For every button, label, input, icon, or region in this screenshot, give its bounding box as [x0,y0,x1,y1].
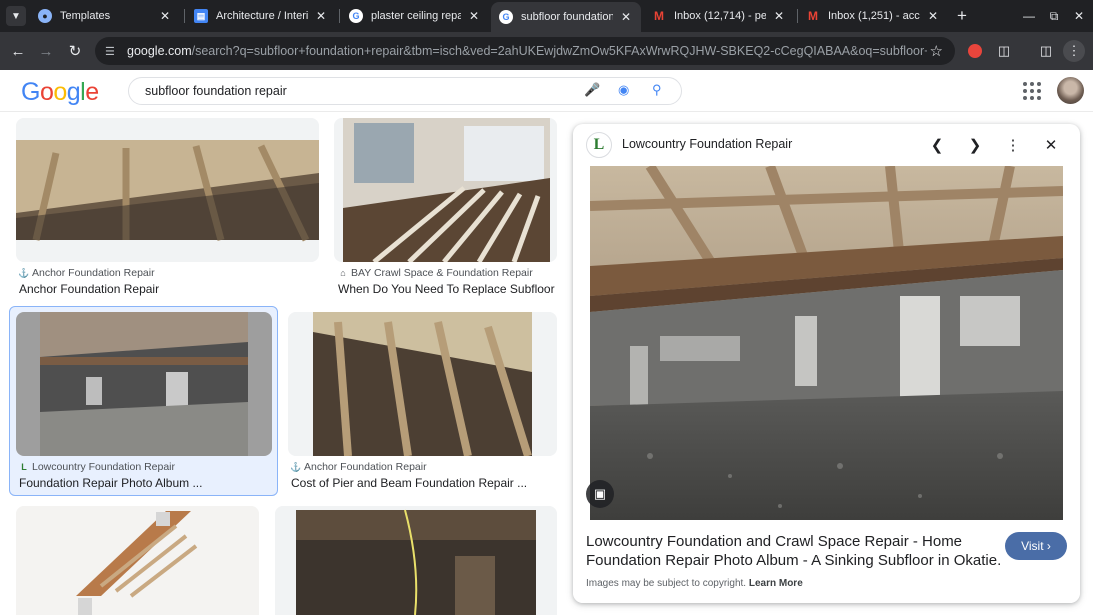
google-icon: G [349,9,363,23]
google-header: Google subfloor foundation repair 🎤 ◉ ⚲ [0,70,1093,112]
chrome-icon: ● [38,9,52,23]
result-image-3-picture [16,312,272,456]
google-logo[interactable]: Google [21,78,99,107]
site-logo-icon: L [586,132,612,158]
tab-title: Inbox (1,251) - accanc [828,10,920,22]
house-icon: ⌂ [340,268,346,278]
result-title-3[interactable]: Foundation Repair Photo Album ... [19,476,274,490]
preview-crawlspace-picture [590,166,1063,520]
tab-title: Architecture / Interior D [216,10,308,22]
close-icon[interactable]: ✕ [1039,133,1063,157]
url-text[interactable]: google.com/search?q=subfloor+foundation+… [127,44,927,58]
tab-inbox-peere[interactable]: M Inbox (12,714) - peere ✕ [644,4,794,28]
tab-title: Templates [60,10,111,22]
puzzle-extensions-icon[interactable]: ◫ [993,40,1015,62]
browser-toolbar: ← → ↻ ☰ google.com/search?q=subfloor+fou… [0,32,1093,70]
avatar[interactable] [1057,77,1084,104]
lens-search-icon[interactable]: ▣ [586,480,614,508]
search-icon[interactable]: ⚲ [652,82,662,98]
reload-icon[interactable]: ↻ [64,40,86,62]
result-image-4[interactable] [288,312,557,456]
tab-architecture[interactable]: ▤ Architecture / Interior D ✕ [186,4,336,28]
extension-icon[interactable] [964,40,986,62]
close-icon[interactable]: ✕ [926,9,940,23]
panel-site-name[interactable]: Lowcountry Foundation Repair [622,137,792,151]
close-icon[interactable]: ✕ [158,9,172,23]
preview-image[interactable] [590,166,1063,520]
search-input[interactable]: subfloor foundation repair 🎤 ◉ ⚲ [128,77,682,105]
result-image-1[interactable] [16,118,319,262]
result-source-1[interactable]: ⚓ Anchor Foundation Repair [18,267,154,279]
result-image-6[interactable] [275,506,557,615]
google-lens-icon[interactable]: ◉ [618,82,629,98]
site-info-icon[interactable]: ☰ [105,45,119,58]
tab-title: plaster ceiling repair w [371,10,461,22]
tab-title: subfloor foundation re [521,11,613,23]
gmail-icon: M [654,9,664,23]
learn-more-link[interactable]: Learn More [749,578,803,589]
chevron-right-icon[interactable]: ❯ [963,133,987,157]
tab-search-dropdown[interactable]: ▼ [6,6,26,26]
l-logo-icon: L [21,462,27,472]
result-image-2-picture [334,118,557,262]
forward-arrow-icon[interactable]: → [35,40,57,62]
microphone-icon[interactable]: 🎤 [584,82,600,98]
close-icon[interactable]: ✕ [314,9,328,23]
tab-subfloor-active[interactable]: G subfloor foundation re ✕ [491,2,641,32]
tab-title: Inbox (12,714) - peere [674,10,766,22]
window-close-icon[interactable]: ✕ [1069,6,1089,26]
result-image-1-picture [16,118,319,262]
visit-button[interactable]: Visit › [1005,532,1067,560]
panel-title-link[interactable]: Lowcountry Foundation and Crawl Space Re… [586,532,1001,570]
tab-strip: ▼ ● Templates ✕ ▤ Architecture / Interio… [0,0,1093,32]
restore-icon[interactable]: ⧉ [1044,6,1064,26]
side-panel-icon[interactable]: ◫ [1035,40,1057,62]
close-icon[interactable]: ✕ [467,9,481,23]
tab-plaster-ceiling[interactable]: G plaster ceiling repair w ✕ [341,4,489,28]
anchor-icon: ⚓ [290,461,302,472]
result-image-6-picture [275,506,557,615]
back-arrow-icon[interactable]: ← [7,40,29,62]
google-icon: G [499,10,513,24]
panel-footer: Lowcountry Foundation and Crawl Space Re… [573,520,1080,603]
result-image-5[interactable] [16,506,259,615]
tab-inbox-accanc[interactable]: M Inbox (1,251) - accanc ✕ [798,4,948,28]
minimize-icon[interactable]: — [1019,6,1039,26]
close-icon[interactable]: ✕ [772,9,786,23]
result-source-4[interactable]: ⚓ Anchor Foundation Repair [290,461,426,473]
copyright-notice: Images may be subject to copyright. Lear… [586,578,803,589]
result-image-2[interactable] [334,118,557,262]
docs-icon: ▤ [194,9,208,23]
google-apps-icon[interactable] [1023,82,1041,100]
close-icon[interactable]: ✕ [619,10,633,24]
menu-kebab-icon[interactable]: ⋮ [1063,40,1085,62]
result-title-1[interactable]: Anchor Foundation Repair [19,282,309,296]
result-image-5-diagram [16,506,259,615]
search-query-text[interactable]: subfloor foundation repair [145,84,287,98]
bookmark-star-icon[interactable]: ☆ [930,42,943,60]
anchor-icon: ⚓ [18,267,30,278]
chevron-left-icon[interactable]: ❮ [925,133,949,157]
result-source-3[interactable]: L Lowcountry Foundation Repair [19,461,175,473]
gmail-icon: M [808,9,818,23]
result-source-2[interactable]: ⌂ BAY Crawl Space & Foundation Repair [338,267,532,279]
address-bar[interactable]: ☰ google.com/search?q=subfloor+foundatio… [95,37,955,65]
result-image-4-picture [288,312,557,456]
more-vert-icon[interactable]: ⋮ [1001,133,1025,157]
result-image-3[interactable] [16,312,272,456]
result-title-4[interactable]: Cost of Pier and Beam Foundation Repair … [291,476,553,490]
image-preview-panel: L Lowcountry Foundation Repair ❮ ❯ ⋮ ✕ ▣… [573,124,1080,603]
result-title-2[interactable]: When Do You Need To Replace Subfloor ... [338,282,556,296]
new-tab-button[interactable]: + [952,6,972,26]
tab-templates[interactable]: ● Templates ✕ [30,4,180,28]
